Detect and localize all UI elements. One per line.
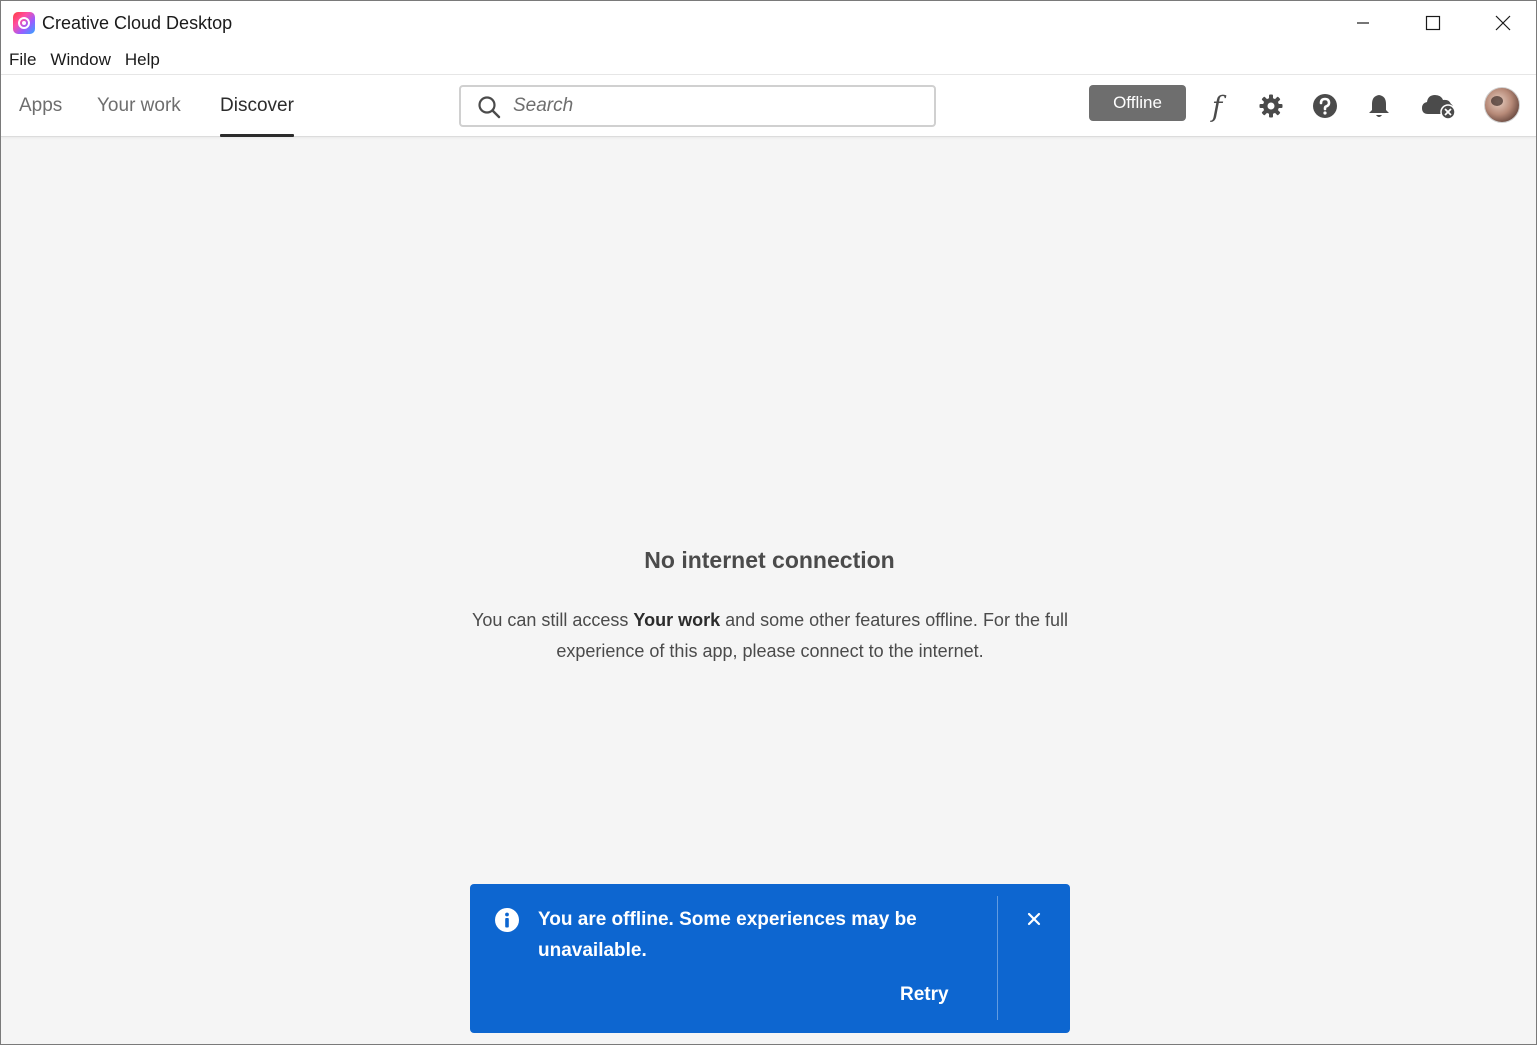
avatar[interactable]: [1484, 87, 1520, 123]
offline-message: You can still access Your work and some …: [469, 605, 1071, 667]
search-icon: [478, 96, 501, 119]
cloud-offline-icon[interactable]: [1419, 91, 1459, 121]
active-tab-indicator: [220, 134, 294, 137]
offline-message-text-1: You can still access: [472, 610, 634, 630]
creative-cloud-logo-icon: [13, 12, 35, 34]
search-input[interactable]: [513, 93, 913, 119]
app-window: Creative Cloud Desktop File Window Help …: [0, 0, 1537, 1045]
help-icon[interactable]: [1310, 91, 1340, 121]
minimize-icon: [1357, 22, 1369, 24]
minimize-button[interactable]: [1328, 1, 1398, 45]
menu-file[interactable]: File: [9, 50, 36, 70]
maximize-button[interactable]: [1398, 1, 1468, 45]
retry-button[interactable]: Retry: [900, 984, 949, 1006]
toast-close-icon[interactable]: [1025, 910, 1043, 928]
close-icon: [1495, 15, 1511, 31]
tab-discover[interactable]: Discover: [220, 95, 294, 117]
offline-toast: You are offline. Some experiences may be…: [470, 884, 1070, 1033]
menu-bar: File Window Help: [1, 45, 1536, 75]
bell-icon[interactable]: [1364, 91, 1394, 121]
menu-help[interactable]: Help: [125, 50, 160, 70]
maximize-icon: [1425, 15, 1441, 31]
info-icon: [495, 908, 519, 932]
tab-your-work[interactable]: Your work: [97, 95, 181, 117]
title-bar: Creative Cloud Desktop: [1, 1, 1536, 45]
page-title: No internet connection: [644, 547, 895, 573]
window-title: Creative Cloud Desktop: [42, 13, 233, 33]
search-box[interactable]: [459, 85, 936, 127]
offline-message-bold: Your work: [633, 610, 721, 630]
gear-icon[interactable]: [1256, 91, 1286, 121]
fonts-icon[interactable]: f: [1202, 90, 1232, 123]
toast-message: You are offline. Some experiences may be…: [538, 909, 917, 961]
offline-status-button[interactable]: Offline: [1089, 85, 1186, 121]
menu-window[interactable]: Window: [50, 50, 110, 70]
close-button[interactable]: [1468, 1, 1536, 45]
toast-divider: [997, 896, 998, 1020]
app-header: Apps Your work Discover Offline f: [1, 75, 1536, 137]
tab-apps[interactable]: Apps: [19, 95, 62, 117]
